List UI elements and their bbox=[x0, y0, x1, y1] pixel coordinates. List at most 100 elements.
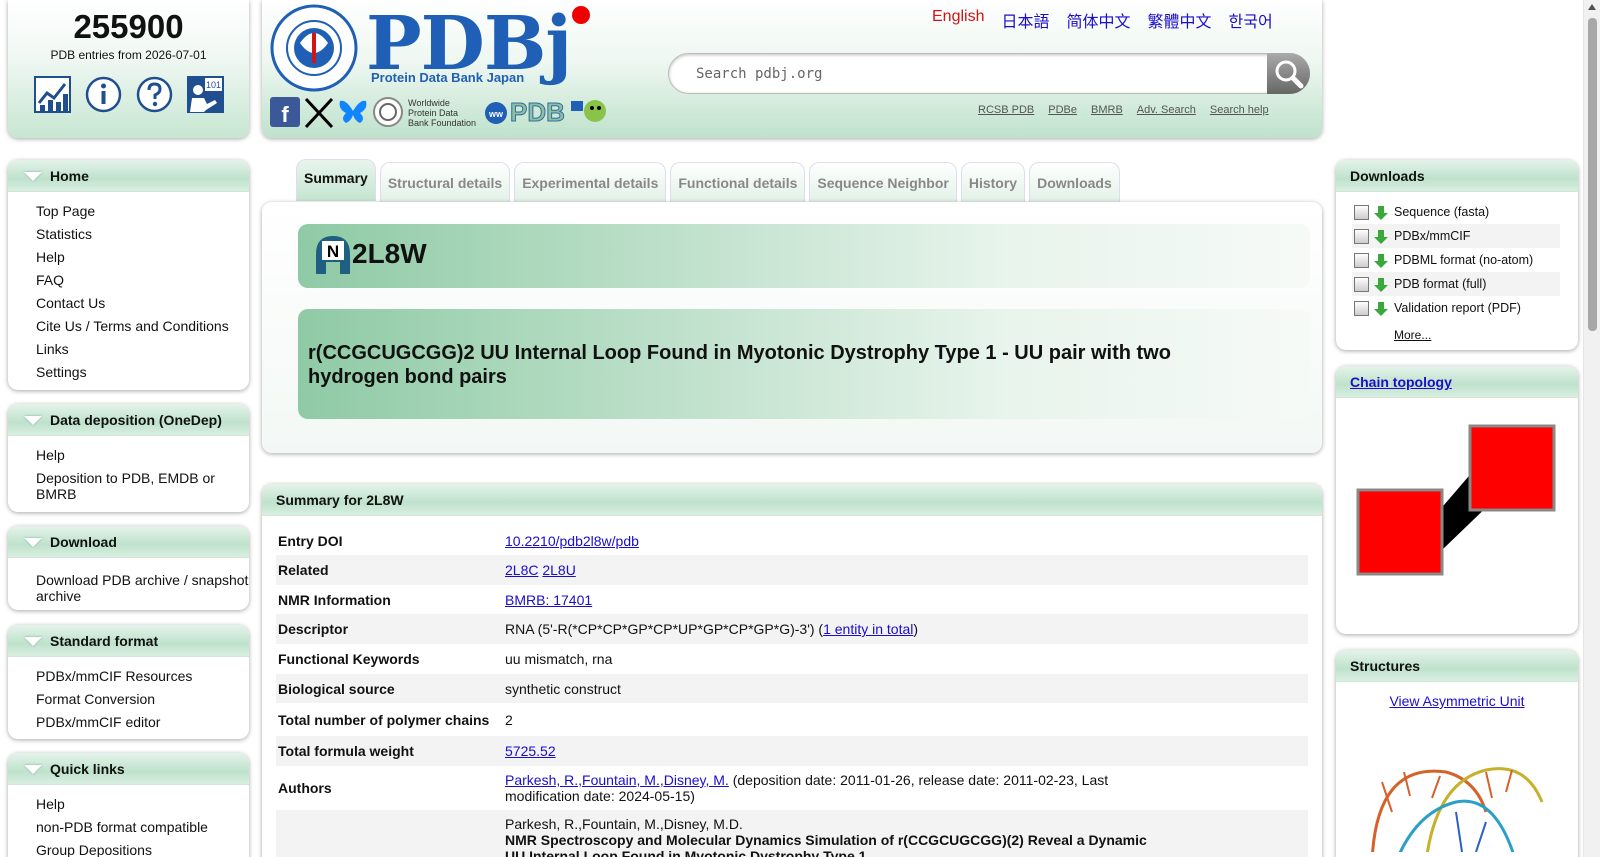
lang-simplified-chinese[interactable]: 简体中文 bbox=[1067, 8, 1131, 32]
view-file-icon[interactable] bbox=[1354, 205, 1369, 220]
download-arrow-icon[interactable] bbox=[1374, 277, 1388, 292]
wwpdb-foundation-logo[interactable] bbox=[372, 96, 403, 129]
search-button[interactable] bbox=[1267, 53, 1310, 94]
pdbj-logo-subtitle: Protein Data Bank Japan bbox=[371, 70, 525, 85]
rcsb-pdb-link[interactable]: RCSB PDB bbox=[978, 104, 1034, 116]
nav-top-page[interactable]: Top Page bbox=[36, 200, 249, 223]
related-entry-link[interactable]: 2L8U bbox=[542, 562, 575, 578]
search-input[interactable]: Search pdbj.org bbox=[668, 53, 1310, 94]
nav-home-header[interactable]: Home bbox=[8, 160, 249, 192]
download-arrow-icon[interactable] bbox=[1374, 301, 1388, 316]
info-icon[interactable] bbox=[85, 76, 122, 113]
nav-download-header[interactable]: Download bbox=[8, 526, 249, 558]
tab-summary[interactable]: Summary bbox=[296, 159, 376, 201]
related-entry-link[interactable]: 2L8C bbox=[505, 562, 538, 578]
pdbj-seal-logo[interactable] bbox=[268, 3, 360, 93]
nav-faq[interactable]: FAQ bbox=[36, 269, 249, 292]
nav-format-conversion[interactable]: Format Conversion bbox=[36, 688, 249, 711]
tab-structural-details[interactable]: Structural details bbox=[379, 162, 511, 202]
download-arrow-icon[interactable] bbox=[1374, 253, 1388, 268]
entity-count-link[interactable]: 1 entity in total bbox=[823, 621, 913, 637]
page-scrollbar[interactable] bbox=[1583, 0, 1600, 857]
nav-deposition-header[interactable]: Data deposition (OneDep) bbox=[8, 404, 249, 436]
nav-contact-us[interactable]: Contact Us bbox=[36, 292, 249, 315]
nav-standard-box: Standard format PDBx/mmCIF Resources For… bbox=[8, 625, 249, 739]
table-row: Descriptor RNA (5'-R(*CP*CP*GP*CP*UP*GP*… bbox=[276, 614, 1308, 644]
x-twitter-icon[interactable] bbox=[304, 97, 334, 129]
view-asymmetric-unit-link[interactable]: View Asymmetric Unit bbox=[1389, 693, 1524, 709]
wwpdb-logo[interactable]: ww PDB bbox=[484, 97, 565, 128]
view-file-icon[interactable] bbox=[1354, 253, 1369, 268]
bmrb-link[interactable]: BMRB bbox=[1091, 104, 1123, 116]
nav-help[interactable]: Help bbox=[36, 246, 249, 269]
help-icon[interactable] bbox=[136, 76, 173, 113]
entry-id: 2L8W bbox=[352, 238, 427, 269]
lang-korean[interactable]: 한국어 bbox=[1229, 8, 1273, 32]
more-downloads-link[interactable]: More... bbox=[1394, 328, 1431, 342]
wwpdb-mascot-icon bbox=[569, 95, 609, 130]
collapse-triangle-icon[interactable] bbox=[24, 765, 42, 774]
tab-sequence-neighbor[interactable]: Sequence Neighbor bbox=[809, 162, 957, 202]
bmrb-entry-link[interactable]: BMRB: 17401 bbox=[505, 592, 592, 608]
scrollbar-thumb[interactable] bbox=[1588, 18, 1597, 331]
collapse-triangle-icon[interactable] bbox=[24, 637, 42, 646]
download-arrow-icon[interactable] bbox=[1374, 205, 1388, 220]
nav-group-depositions[interactable]: Group Depositions bbox=[36, 839, 249, 857]
lang-japanese[interactable]: 日本語 bbox=[1001, 8, 1049, 32]
nav-settings[interactable]: Settings bbox=[36, 361, 249, 384]
nav-statistics[interactable]: Statistics bbox=[36, 223, 249, 246]
nav-deposition-help[interactable]: Help bbox=[36, 444, 249, 467]
chain-topology-link[interactable]: Chain topology bbox=[1350, 374, 1452, 390]
view-file-icon[interactable] bbox=[1354, 277, 1369, 292]
collapse-triangle-icon[interactable] bbox=[24, 538, 42, 547]
nav-cite-us[interactable]: Cite Us / Terms and Conditions bbox=[36, 315, 249, 338]
tab-functional-details[interactable]: Functional details bbox=[670, 162, 806, 202]
download-item[interactable]: PDBML format (no-atom) bbox=[1352, 248, 1560, 272]
structures-header: Structures bbox=[1336, 650, 1578, 682]
pdbj-101-icon[interactable]: 101 bbox=[186, 76, 224, 113]
bluesky-icon[interactable] bbox=[338, 97, 368, 129]
chain-topology-diagram[interactable] bbox=[1336, 398, 1578, 634]
nav-mmcif-editor[interactable]: PDBx/mmCIF editor bbox=[36, 711, 249, 734]
view-file-icon[interactable] bbox=[1354, 301, 1369, 316]
tab-history[interactable]: History bbox=[960, 162, 1026, 202]
polymer-chain-count: 2 bbox=[505, 711, 513, 728]
download-item[interactable]: Sequence (fasta) bbox=[1352, 200, 1560, 224]
pdbe-link[interactable]: PDBe bbox=[1048, 104, 1077, 116]
nav-quick-help[interactable]: Help bbox=[36, 793, 249, 816]
view-file-icon[interactable] bbox=[1354, 229, 1369, 244]
download-item[interactable]: Validation report (PDF) bbox=[1352, 296, 1560, 320]
structure-thumbnail[interactable] bbox=[1336, 742, 1578, 852]
formula-weight-link[interactable]: 5725.52 bbox=[505, 743, 556, 759]
search-help-link[interactable]: Search help bbox=[1210, 104, 1269, 116]
language-selector: English 日本語 简体中文 繁體中文 한국어 bbox=[932, 8, 1273, 32]
collapse-triangle-icon[interactable] bbox=[24, 172, 42, 181]
tab-downloads[interactable]: Downloads bbox=[1029, 162, 1120, 202]
nav-download-archive[interactable]: Download PDB archive / snapshot archive bbox=[36, 566, 249, 608]
nav-home-title: Home bbox=[50, 168, 89, 184]
nav-deposition-link[interactable]: Deposition to PDB, EMDB or BMRB bbox=[36, 467, 249, 506]
table-row: Authors Parkesh, R.,Fountain, M.,Disney,… bbox=[276, 766, 1308, 810]
authors-link[interactable]: Parkesh, R.,Fountain, M.,Disney, M. bbox=[505, 772, 729, 788]
entry-doi-link[interactable]: 10.2210/pdb2l8w/pdb bbox=[505, 533, 639, 549]
nav-links[interactable]: Links bbox=[36, 338, 249, 361]
download-item[interactable]: PDBx/mmCIF bbox=[1352, 224, 1560, 248]
nav-non-pdb-format[interactable]: non-PDB format compatible bbox=[36, 816, 249, 839]
wwpdb-logo-text: PDB bbox=[510, 97, 566, 128]
download-arrow-icon[interactable] bbox=[1374, 229, 1388, 244]
facebook-icon[interactable]: f bbox=[270, 96, 300, 129]
tab-experimental-details[interactable]: Experimental details bbox=[514, 162, 667, 202]
row-label: Biological source bbox=[278, 680, 395, 697]
table-row: NMR Information BMRB: 17401 bbox=[276, 585, 1308, 614]
nav-mmcif-resources[interactable]: PDBx/mmCIF Resources bbox=[36, 665, 249, 688]
collapse-triangle-icon[interactable] bbox=[24, 416, 42, 425]
nav-quick-header[interactable]: Quick links bbox=[8, 753, 249, 785]
lang-traditional-chinese[interactable]: 繁體中文 bbox=[1148, 8, 1212, 32]
adv-search-link[interactable]: Adv. Search bbox=[1137, 104, 1196, 116]
table-row: Total formula weight 5725.52 bbox=[276, 736, 1308, 766]
nav-standard-header[interactable]: Standard format bbox=[8, 625, 249, 657]
statistics-chart-icon[interactable] bbox=[33, 76, 71, 113]
download-item[interactable]: PDB format (full) bbox=[1352, 272, 1560, 296]
scrollbar-up-arrow[interactable] bbox=[1588, 4, 1596, 10]
lang-english[interactable]: English bbox=[932, 8, 984, 32]
